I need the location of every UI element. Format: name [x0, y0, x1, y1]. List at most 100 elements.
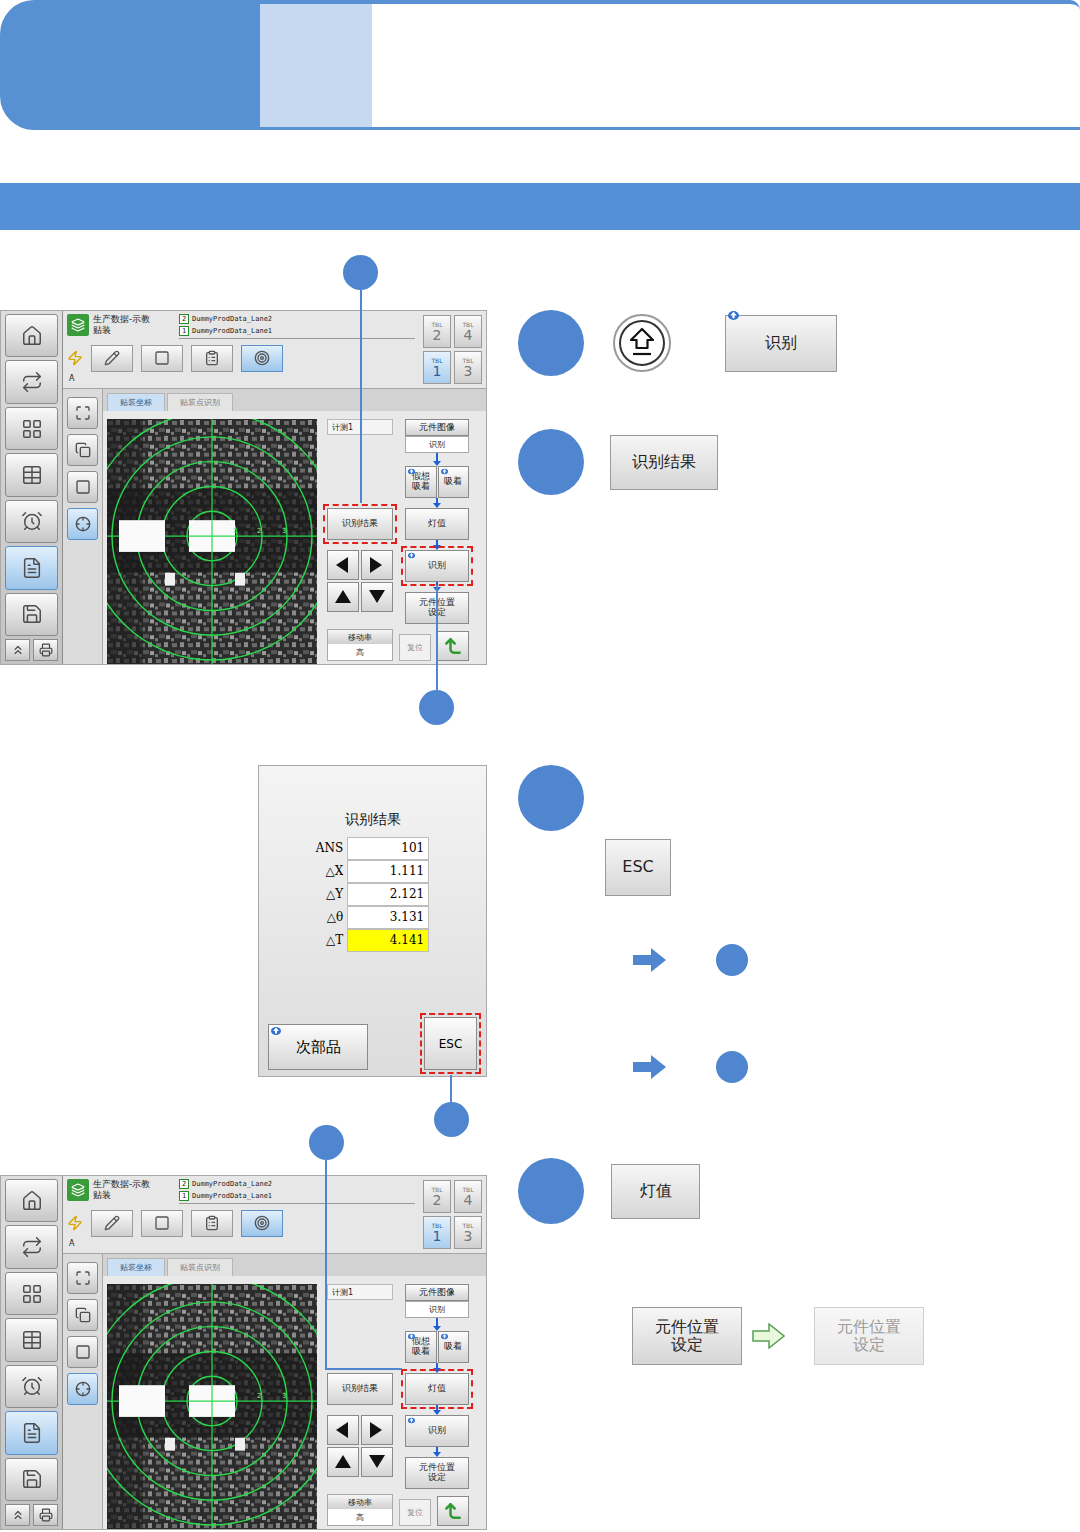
lane-row[interactable]: 2DummyProdData_Lane2	[179, 314, 415, 324]
result-button[interactable]: 识别结果	[327, 1373, 393, 1405]
tool-button[interactable]	[241, 345, 283, 372]
move-button[interactable]	[327, 582, 359, 612]
move-button[interactable]	[327, 1415, 359, 1445]
collapse-button[interactable]	[5, 639, 30, 661]
tab[interactable]: 贴装点识别	[167, 1258, 233, 1276]
sub-nav-button[interactable]	[67, 1299, 98, 1331]
flow-button[interactable]: 灯值	[405, 1373, 469, 1405]
next-part-button[interactable]: 次部品	[268, 1024, 368, 1070]
move-button[interactable]	[361, 582, 393, 612]
sub-nav-button[interactable]	[67, 1373, 98, 1405]
print-button[interactable]	[33, 639, 58, 661]
lane-row[interactable]: 2DummyProdData_Lane2	[179, 1179, 415, 1189]
print-button[interactable]	[33, 1504, 58, 1526]
step-button[interactable]: 识别结果	[610, 435, 718, 490]
return-button[interactable]	[437, 1496, 469, 1526]
table-button[interactable]: TBL1	[423, 1216, 451, 1249]
table-button[interactable]: TBL3	[454, 1216, 482, 1249]
sub-nav-button[interactable]	[67, 471, 98, 503]
reset-button[interactable]: 复位	[399, 634, 431, 661]
flow-button[interactable]: 灯值	[405, 508, 469, 540]
return-button[interactable]	[437, 631, 469, 661]
down-arrow-icon	[433, 453, 441, 466]
part-image-button[interactable]: 元件图像	[405, 419, 469, 436]
pick-button[interactable]: 假想吸着	[405, 1331, 437, 1363]
side-nav-button[interactable]	[5, 593, 58, 636]
table-button[interactable]: TBL2	[423, 1180, 451, 1213]
title-line: 生产数据-示教	[93, 314, 175, 325]
sub-nav-button[interactable]	[67, 397, 98, 429]
collapse-button[interactable]	[5, 1504, 30, 1526]
side-nav-button[interactable]	[5, 1458, 58, 1501]
side-nav-button[interactable]	[5, 1411, 58, 1454]
flow-button[interactable]: 识别	[405, 550, 469, 582]
esc-button[interactable]: ESC	[424, 1017, 477, 1070]
side-nav-button[interactable]	[5, 1225, 58, 1268]
controls: 计测1识别结果元件图像识别假想吸着吸着灯值识别元件位置设定移动率高复位	[327, 1284, 482, 1529]
step-button[interactable]: 元件位置设定	[814, 1307, 924, 1365]
tool-button[interactable]	[241, 1210, 283, 1237]
tool-button[interactable]	[191, 1210, 233, 1237]
side-nav-button[interactable]	[5, 1365, 58, 1408]
tab[interactable]: 贴装坐标	[107, 1258, 165, 1276]
side-nav-button[interactable]	[5, 500, 58, 543]
table-button[interactable]: TBL2	[423, 315, 451, 348]
reset-button[interactable]: 复位	[399, 1499, 431, 1526]
part-image-button[interactable]: 元件图像	[405, 1284, 469, 1301]
tool-button[interactable]	[141, 1210, 183, 1237]
side-nav-button[interactable]	[5, 407, 58, 450]
lane-list: 2DummyProdData_Lane2 1DummyProdData_Lane1	[179, 1179, 415, 1204]
speed-box[interactable]: 移动率高	[327, 1494, 393, 1526]
side-nav-button[interactable]	[5, 453, 58, 496]
move-button[interactable]	[361, 1415, 393, 1445]
tool-button[interactable]	[141, 345, 183, 372]
section-result: 识别结果ANS101△X1.111△Y2.121△θ3.131△T4.141次部…	[0, 765, 1080, 1135]
side-nav-button[interactable]	[5, 314, 58, 357]
flow-button[interactable]: 识别	[405, 1415, 469, 1447]
speed-box[interactable]: 移动率高	[327, 629, 393, 661]
sub-nav-button[interactable]	[67, 434, 98, 466]
chapter-tab	[0, 0, 260, 130]
pick-button[interactable]: 吸着	[438, 466, 470, 498]
move-button[interactable]	[361, 1447, 393, 1477]
side-nav-button[interactable]	[5, 546, 58, 589]
move-button[interactable]	[327, 1447, 359, 1477]
sub-nav-button[interactable]	[67, 1262, 98, 1294]
sub-nav-button[interactable]	[67, 508, 98, 540]
tab-row: 贴装坐标贴装点识别	[103, 1254, 486, 1276]
shift-mark-icon	[441, 1333, 448, 1340]
nav-icon	[21, 1375, 43, 1397]
table-button[interactable]: TBL4	[454, 315, 482, 348]
tab[interactable]: 贴装坐标	[107, 393, 165, 411]
side-nav-button[interactable]	[5, 1179, 58, 1222]
move-button[interactable]	[361, 550, 393, 580]
arrow-pad	[327, 1415, 393, 1477]
lane-row[interactable]: 1DummyProdData_Lane1	[179, 326, 415, 336]
step-button[interactable]: 灯值	[611, 1164, 700, 1219]
table-number: 3	[464, 364, 473, 379]
step-button[interactable]: 识别	[725, 315, 837, 372]
flow-button[interactable]: 元件位置设定	[405, 1457, 469, 1489]
tab[interactable]: 贴装点识别	[167, 393, 233, 411]
lane-row[interactable]: 1DummyProdData_Lane1	[179, 1191, 415, 1201]
side-nav-button[interactable]	[5, 1318, 58, 1361]
tool-button[interactable]	[191, 345, 233, 372]
result-button[interactable]: 识别结果	[327, 508, 393, 540]
teach-content: 123计测1识别结果元件图像识别假想吸着吸着灯值识别元件位置设定移动率高复位	[103, 1276, 486, 1529]
sub-nav-button[interactable]	[67, 1336, 98, 1368]
result-label: ANS	[316, 837, 345, 860]
step: ESC	[518, 765, 1080, 1083]
pick-button[interactable]: 吸着	[438, 1331, 470, 1363]
table-button[interactable]: TBL3	[454, 351, 482, 384]
step-button[interactable]: 元件位置设定	[632, 1307, 742, 1365]
pick-button[interactable]: 假想吸着	[405, 466, 437, 498]
side-nav-button[interactable]	[5, 360, 58, 403]
table-button[interactable]: TBL1	[423, 351, 451, 384]
step-button[interactable]: ESC	[605, 839, 671, 896]
step-badge	[518, 429, 584, 495]
table-button[interactable]: TBL4	[454, 1180, 482, 1213]
tool-button[interactable]	[91, 345, 133, 372]
move-button[interactable]	[327, 550, 359, 580]
tool-button[interactable]	[91, 1210, 133, 1237]
side-nav-button[interactable]	[5, 1272, 58, 1315]
